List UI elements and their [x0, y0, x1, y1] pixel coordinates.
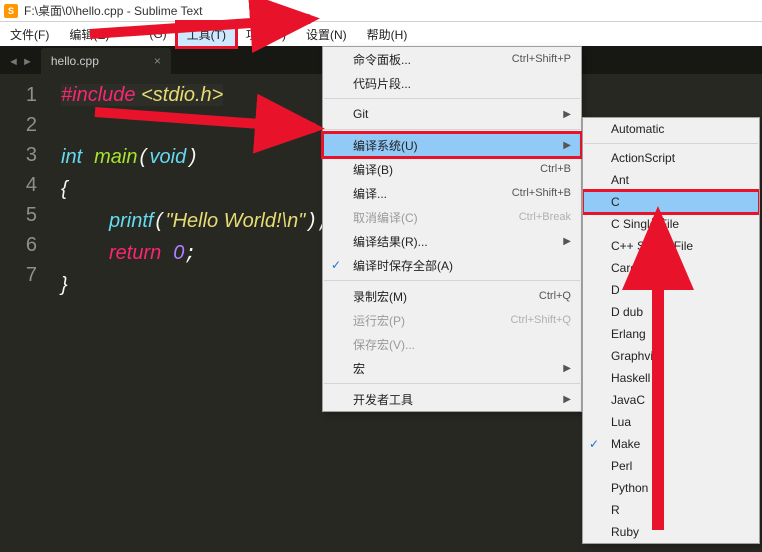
menu-shortcut: Ctrl+B — [540, 163, 571, 175]
code-token: return — [109, 242, 161, 264]
menu-item-label: 编译... — [353, 185, 387, 202]
submenu-item-label: Lua — [611, 415, 631, 429]
submenu-item-label: Make — [611, 437, 640, 451]
submenu-item-label: Ant — [611, 173, 629, 187]
menu-shortcut: Ctrl+Break — [519, 211, 571, 223]
menu-item[interactable]: 代码片段... — [323, 71, 581, 95]
code-token: 0 — [173, 242, 184, 264]
chevron-right-icon: ▶ — [563, 140, 571, 151]
line-number: 2 — [0, 110, 37, 140]
code-token: int — [61, 146, 82, 168]
submenu-item[interactable]: Automatic — [583, 118, 759, 140]
menu-item: 保存宏(V)... — [323, 332, 581, 356]
line-number: 3 — [0, 140, 37, 170]
menu-separator — [324, 98, 580, 99]
tab-nav-arrows[interactable]: ◄ ► — [0, 56, 41, 74]
chevron-right-icon: ▶ — [563, 394, 571, 405]
menu-item[interactable]: 帮助(H) — [357, 22, 418, 47]
menu-item: 取消编译(C) Ctrl+Break — [323, 205, 581, 229]
menu-item-label: 命令面板... — [353, 51, 411, 68]
chevron-right-icon: ▶ — [563, 236, 571, 247]
menu-item[interactable]: 编译系统(U) ▶ — [323, 133, 581, 157]
submenu-item-label: R — [611, 503, 620, 517]
menu-item: 运行宏(P) Ctrl+Shift+Q — [323, 308, 581, 332]
line-number: 7 — [0, 260, 37, 290]
menu-item-label: 录制宏(M) — [353, 288, 407, 305]
annotation-arrow-icon — [95, 100, 325, 155]
chevron-right-icon: ▶ — [563, 109, 571, 120]
submenu-item[interactable]: ActionScript — [583, 147, 759, 169]
line-number: 6 — [0, 230, 37, 260]
chevron-right-icon: ▶ — [563, 363, 571, 374]
check-icon: ✓ — [589, 437, 599, 451]
submenu-item-label: D dub — [611, 305, 643, 319]
menu-item-label: 代码片段... — [353, 75, 411, 92]
line-number: 5 — [0, 200, 37, 230]
menu-separator — [324, 280, 580, 281]
menu-item-label: 编译(B) — [353, 161, 393, 178]
menu-item[interactable]: 编译结果(R)... ▶ — [323, 229, 581, 253]
menu-item[interactable]: 编译... Ctrl+Shift+B — [323, 181, 581, 205]
menu-item-label: 宏 — [353, 360, 365, 377]
line-number: 4 — [0, 170, 37, 200]
menu-item-label: 保存宏(V)... — [353, 336, 415, 353]
tools-dropdown-menu: 命令面板...Ctrl+Shift+P代码片段...Git▶编译系统(U)▶编译… — [322, 46, 582, 412]
submenu-item-label: Perl — [611, 459, 632, 473]
menu-item[interactable]: 文件(F) — [0, 22, 59, 47]
menu-shortcut: Ctrl+Q — [539, 290, 571, 302]
submenu-item-label: C — [611, 195, 620, 209]
submenu-item-label: ActionScript — [611, 151, 675, 165]
menu-separator — [584, 143, 758, 144]
menu-shortcut: Ctrl+Shift+P — [512, 53, 571, 65]
code-token: { — [61, 178, 68, 200]
annotation-arrow-icon — [640, 210, 680, 545]
submenu-item-label: D — [611, 283, 620, 297]
menu-shortcut: Ctrl+Shift+Q — [510, 314, 571, 326]
menu-shortcut: Ctrl+Shift+B — [512, 187, 571, 199]
menu-item[interactable]: 命令面板... Ctrl+Shift+P — [323, 47, 581, 71]
menu-item-label: 编译时保存全部(A) — [353, 257, 453, 274]
line-number: 1 — [0, 80, 37, 110]
submenu-item-label: Ruby — [611, 525, 639, 539]
menu-separator — [324, 129, 580, 130]
menu-item-label: 运行宏(P) — [353, 312, 405, 329]
code-token: } — [61, 274, 68, 296]
menu-item[interactable]: 录制宏(M) Ctrl+Q — [323, 284, 581, 308]
line-gutter: 1234567 — [0, 74, 55, 552]
menu-item-label: 编译结果(R)... — [353, 233, 428, 250]
menu-item[interactable]: 开发者工具 ▶ — [323, 387, 581, 411]
menu-item[interactable]: Git ▶ — [323, 102, 581, 126]
menu-item[interactable]: 宏▶ — [323, 356, 581, 380]
menu-item[interactable]: ✓ 编译时保存全部(A) — [323, 253, 581, 277]
submenu-item-label: Automatic — [611, 122, 664, 136]
menu-separator — [324, 383, 580, 384]
menu-item-label: Git — [353, 107, 368, 121]
menu-item[interactable]: 编译(B) Ctrl+B — [323, 157, 581, 181]
submenu-item[interactable]: Ant — [583, 169, 759, 191]
code-token: "Hello World!\n" — [166, 210, 306, 232]
menu-item-label: 开发者工具 — [353, 391, 413, 408]
app-logo-icon: S — [4, 4, 18, 18]
menu-item-label: 取消编译(C) — [353, 209, 418, 226]
submenu-item-label: Cargo — [611, 261, 644, 275]
annotation-arrow-icon — [90, 14, 320, 59]
menu-item-label: 编译系统(U) — [353, 137, 418, 154]
code-token: printf — [109, 210, 153, 232]
check-icon: ✓ — [331, 258, 341, 272]
